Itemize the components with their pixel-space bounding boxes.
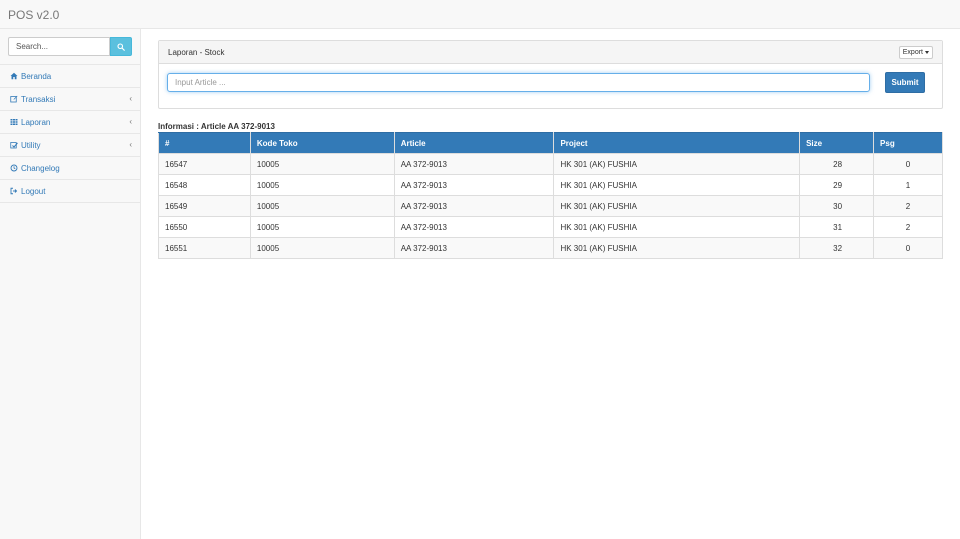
sidebar-item-label: Logout (21, 186, 46, 196)
sidebar-item-transaksi[interactable]: Transaksi ‹ (0, 88, 140, 111)
cell-project: HK 301 (AK) FUSHIA (553, 195, 801, 217)
cell-psg: 1 (873, 174, 943, 196)
stock-table: # Kode Toko Article Project Size Psg 165… (158, 132, 943, 259)
cell-psg: 2 (873, 195, 943, 217)
cell-size: 30 (799, 195, 875, 217)
cell-id: 16550 (158, 216, 251, 238)
edit-icon (9, 95, 18, 104)
column-header-kode-toko: Kode Toko (249, 132, 395, 154)
column-header-psg: Psg (873, 132, 943, 154)
cell-id: 16547 (158, 153, 251, 175)
column-header-size: Size (799, 132, 875, 154)
brand-link[interactable]: POS v2.0 (8, 8, 59, 22)
chevron-left-icon: ‹ (129, 94, 132, 103)
sidebar-item-label: Transaksi (21, 94, 56, 104)
top-navbar: POS v2.0 (0, 0, 960, 29)
cell-article: AA 372-9013 (393, 216, 555, 238)
cell-id: 16548 (158, 174, 251, 196)
cell-size: 28 (799, 153, 875, 175)
cell-article: AA 372-9013 (393, 153, 555, 175)
cell-id: 16549 (158, 195, 251, 217)
cell-size: 29 (799, 174, 875, 196)
submit-button[interactable]: Submit (885, 72, 925, 93)
cell-kode-toko: 10005 (249, 237, 395, 259)
column-header-id: # (158, 132, 251, 154)
sidebar-item-utility[interactable]: Utility ‹ (0, 134, 140, 157)
search-input[interactable] (8, 37, 110, 56)
search-button[interactable] (110, 37, 132, 56)
sidebar-item-laporan[interactable]: Laporan ‹ (0, 111, 140, 134)
export-label: Export (902, 49, 923, 56)
table-row: 16550 10005 AA 372-9013 HK 301 (AK) FUSH… (158, 216, 943, 238)
sidebar-item-logout[interactable]: Logout (0, 180, 140, 203)
cell-kode-toko: 10005 (249, 195, 395, 217)
cell-article: AA 372-9013 (393, 237, 555, 259)
cell-kode-toko: 10005 (249, 174, 395, 196)
table-icon (9, 118, 18, 127)
cell-article: AA 372-9013 (393, 174, 555, 196)
sidebar-item-changelog[interactable]: Changelog (0, 157, 140, 180)
panel-title: Laporan - Stock (168, 48, 225, 57)
sidebar-item-label: Beranda (21, 71, 52, 81)
sidebar-item-label: Utility (21, 140, 41, 150)
sidebar: Beranda Transaksi ‹ Laporan ‹ Utility ‹ (0, 29, 141, 539)
table-row: 16547 10005 AA 372-9013 HK 301 (AK) FUSH… (158, 153, 943, 175)
cell-project: HK 301 (AK) FUSHIA (553, 216, 801, 238)
article-input[interactable] (167, 73, 870, 92)
cell-project: HK 301 (AK) FUSHIA (553, 153, 801, 175)
stock-report-panel: Laporan - Stock Export Submit (158, 40, 943, 109)
export-dropdown-button[interactable]: Export (898, 46, 933, 59)
chevron-left-icon: ‹ (129, 140, 132, 149)
cell-size: 32 (799, 237, 875, 259)
cell-project: HK 301 (AK) FUSHIA (553, 237, 801, 259)
wrench-icon (9, 141, 18, 150)
column-header-project: Project (553, 132, 801, 154)
sidebar-item-label: Laporan (21, 117, 51, 127)
cell-article: AA 372-9013 (393, 195, 555, 217)
column-header-article: Article (393, 132, 555, 154)
search-icon (117, 42, 125, 51)
table-header-row: # Kode Toko Article Project Size Psg (158, 132, 943, 154)
signout-icon (9, 187, 18, 196)
table-row: 16551 10005 AA 372-9013 HK 301 (AK) FUSH… (158, 237, 943, 259)
table-row: 16549 10005 AA 372-9013 HK 301 (AK) FUSH… (158, 195, 943, 217)
panel-heading: Laporan - Stock Export (159, 41, 942, 64)
cell-size: 31 (799, 216, 875, 238)
cell-psg: 2 (873, 216, 943, 238)
chevron-left-icon: ‹ (129, 117, 132, 126)
cell-kode-toko: 10005 (249, 153, 395, 175)
sidebar-menu: Beranda Transaksi ‹ Laporan ‹ Utility ‹ (0, 64, 140, 203)
caret-down-icon (925, 51, 929, 54)
cell-psg: 0 (873, 153, 943, 175)
table-row: 16548 10005 AA 372-9013 HK 301 (AK) FUSH… (158, 174, 943, 196)
home-icon (9, 72, 18, 81)
cell-id: 16551 (158, 237, 251, 259)
info-title: Informasi : Article AA 372-9013 (158, 122, 275, 131)
sidebar-item-label: Changelog (21, 163, 60, 173)
cell-project: HK 301 (AK) FUSHIA (553, 174, 801, 196)
sidebar-item-beranda[interactable]: Beranda (0, 65, 140, 88)
sidebar-search (8, 37, 132, 57)
cell-kode-toko: 10005 (249, 216, 395, 238)
clock-icon (9, 164, 18, 173)
cell-psg: 0 (873, 237, 943, 259)
